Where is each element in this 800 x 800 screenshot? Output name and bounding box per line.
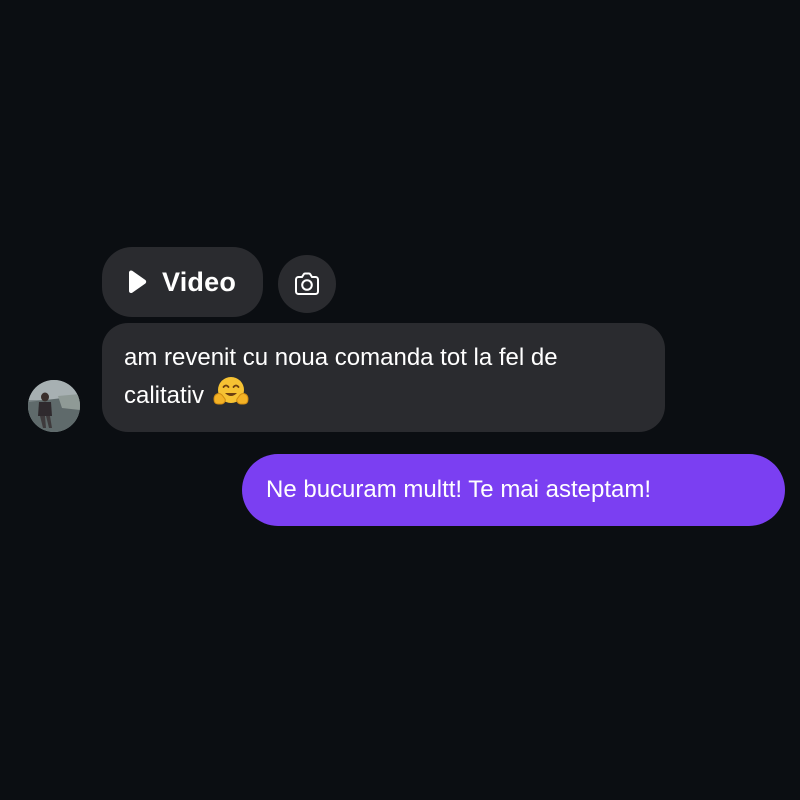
incoming-message-body: am revenit cu noua comanda tot la fel de…	[124, 344, 558, 409]
video-attachment-button[interactable]: Video	[102, 247, 263, 317]
avatar[interactable]	[28, 380, 80, 432]
video-label: Video	[162, 266, 237, 297]
incoming-message-bubble[interactable]: am revenit cu noua comanda tot la fel de…	[102, 323, 665, 432]
hugging-face-emoji-icon	[213, 377, 249, 405]
outgoing-message-bubble[interactable]: Ne bucuram multt! Te mai asteptam!	[242, 454, 785, 526]
chat-thread: Video am revenit cu noua comanda tot la …	[0, 0, 800, 800]
incoming-message-text: am revenit cu noua comanda tot la fel de…	[124, 341, 643, 413]
camera-button[interactable]	[278, 255, 336, 313]
outgoing-message-text: Ne bucuram multt! Te mai asteptam!	[266, 476, 652, 503]
avatar-photo	[28, 380, 80, 432]
play-icon	[129, 270, 147, 294]
camera-icon	[295, 272, 319, 295]
